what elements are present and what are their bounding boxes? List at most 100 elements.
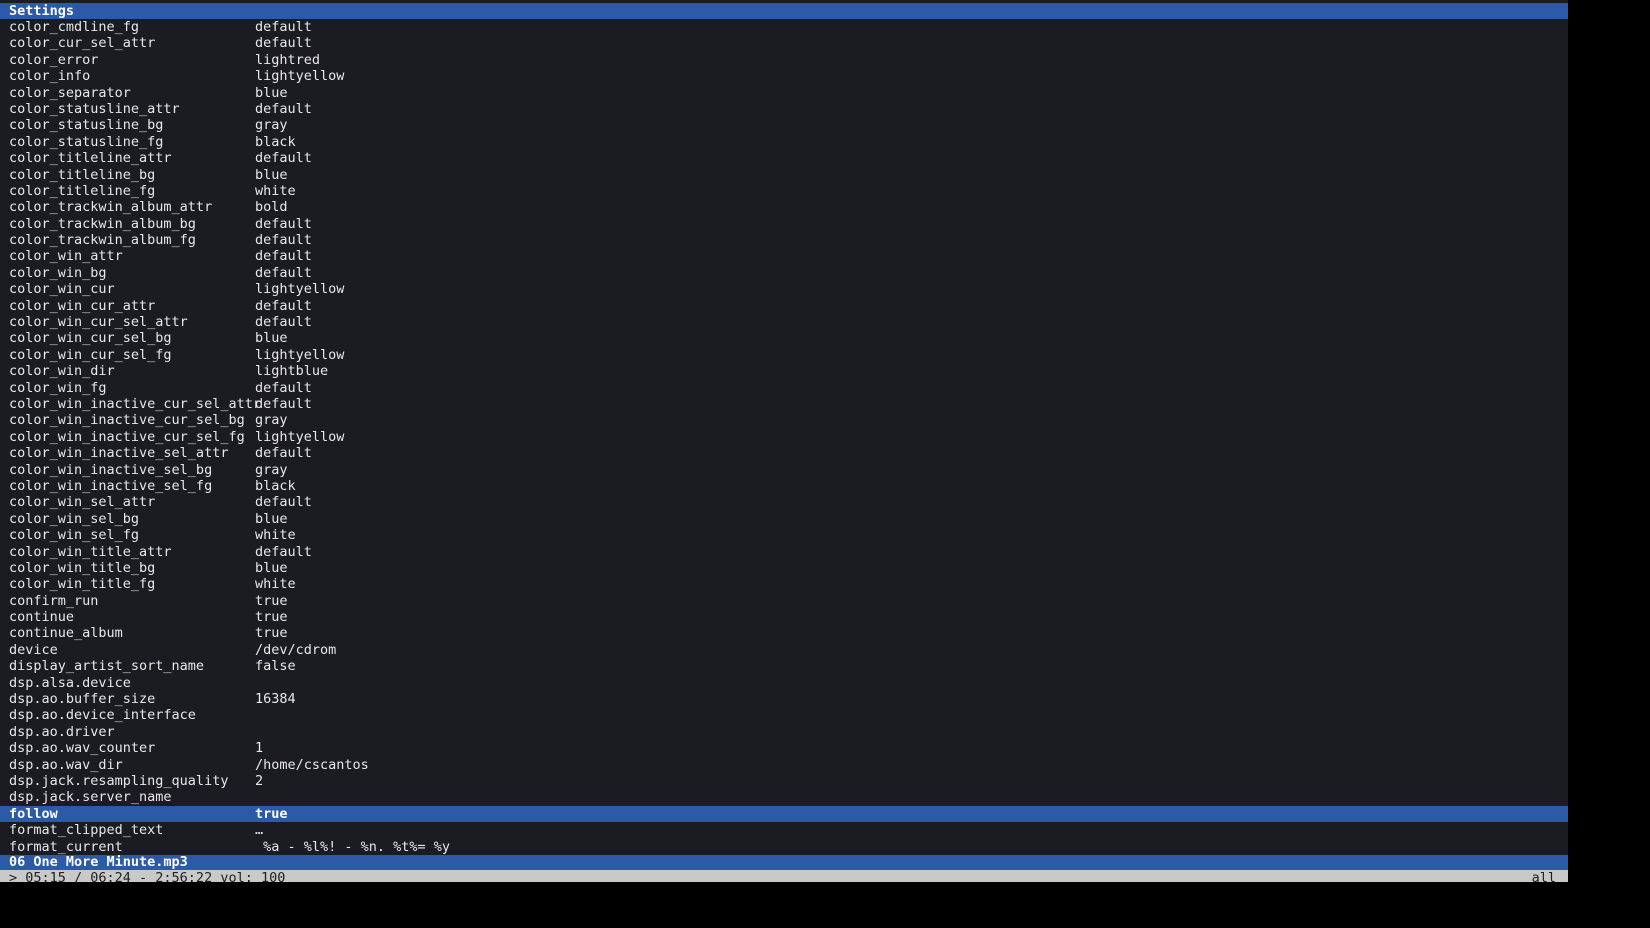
setting-row[interactable]: color_win_cur_sel_bg blue [0, 330, 1568, 346]
setting-key: color_win_cur_sel_attr [9, 314, 188, 331]
setting-key: format_clipped_text [9, 822, 164, 839]
setting-row[interactable]: color_cur_sel_attr default [0, 35, 1568, 51]
setting-row[interactable]: display_artist_sort_name false [0, 658, 1568, 674]
setting-row[interactable]: continue_album true [0, 625, 1568, 641]
setting-key: color_error [9, 51, 99, 68]
setting-value: true [255, 592, 288, 609]
setting-key: color_win_inactive_cur_sel_attr [9, 395, 261, 412]
setting-key: dsp.ao.buffer_size [9, 691, 156, 708]
setting-key: color_statusline_attr [9, 100, 180, 117]
setting-row[interactable]: dsp.ao.driver [0, 724, 1568, 740]
setting-value: /home/cscantos [255, 756, 369, 773]
setting-row[interactable]: color_win_bg default [0, 265, 1568, 281]
setting-value: black [255, 477, 296, 494]
setting-row[interactable]: continue true [0, 609, 1568, 625]
setting-row[interactable]: color_win_title_fg white [0, 576, 1568, 592]
setting-value: gray [255, 117, 288, 134]
setting-row[interactable]: color_win_sel_bg blue [0, 511, 1568, 527]
setting-row[interactable]: color_trackwin_album_fg default [0, 232, 1568, 248]
setting-row[interactable]: color_win_attr default [0, 248, 1568, 264]
setting-row[interactable]: color_win_inactive_sel_fg black [0, 478, 1568, 494]
setting-row[interactable]: color_win_sel_fg white [0, 527, 1568, 543]
setting-key: color_win_cur_attr [9, 297, 156, 314]
setting-value: default [255, 248, 312, 265]
setting-key: color_statusline_fg [9, 133, 164, 150]
setting-row[interactable]: color_win_inactive_cur_sel_fg lightyellow [0, 429, 1568, 445]
setting-value: lightyellow [255, 281, 345, 298]
setting-value: lightyellow [255, 346, 345, 363]
setting-row[interactable]: color_win_inactive_sel_attr default [0, 445, 1568, 461]
setting-row[interactable]: color_win_cur lightyellow [0, 281, 1568, 297]
setting-value: … [255, 822, 264, 839]
setting-value: default [255, 215, 312, 232]
setting-key: color_win_sel_fg [9, 527, 140, 544]
setting-key: color_trackwin_album_bg [9, 215, 196, 232]
setting-row[interactable]: confirm_run true [0, 593, 1568, 609]
setting-value: bold [255, 199, 288, 216]
setting-key: color_titleline_attr [9, 150, 172, 167]
setting-row[interactable]: device/dev/cdrom [0, 642, 1568, 658]
setting-row[interactable]: color_win_cur_sel_fg lightyellow [0, 347, 1568, 363]
setting-row[interactable]: color_win_dir lightblue [0, 363, 1568, 379]
setting-row[interactable]: color_titleline_attr default [0, 150, 1568, 166]
setting-key: format_current [9, 838, 123, 855]
setting-key: color_trackwin_album_fg [9, 232, 196, 249]
setting-row[interactable]: dsp.ao.wav_counter 1 [0, 740, 1568, 756]
setting-row[interactable]: color_separator blue [0, 85, 1568, 101]
setting-key: color_win_title_attr [9, 543, 172, 560]
setting-key: color_separator [9, 84, 131, 101]
setting-key: follow [9, 805, 58, 822]
setting-row[interactable]: dsp.ao.device_interface [0, 707, 1568, 723]
setting-key: color_titleline_fg [9, 182, 156, 199]
setting-row[interactable]: color_win_fg default [0, 380, 1568, 396]
setting-row[interactable]: color_statusline_bg gray [0, 117, 1568, 133]
settings-list[interactable]: color_cmdline_fg default color_cur_sel_att… [0, 19, 1568, 855]
setting-value: 1 [255, 740, 264, 757]
title-bar: Settings [0, 3, 1568, 19]
setting-row[interactable]: color_titleline_bg blue [0, 167, 1568, 183]
setting-value: default [255, 445, 312, 462]
setting-row[interactable]: color_win_cur_sel_attr default [0, 314, 1568, 330]
playback-status: > 05:15 / 06:24 - 2:56:22 vol: 100 [9, 870, 286, 882]
setting-row[interactable]: color_win_cur_attr default [0, 298, 1568, 314]
setting-key: color_win_fg [9, 379, 107, 396]
setting-value: white [255, 576, 296, 593]
setting-row[interactable]: color_error lightred [0, 52, 1568, 68]
setting-row[interactable]: dsp.ao.buffer_size 16384 [0, 691, 1568, 707]
setting-key: color_win_inactive_cur_sel_bg [9, 412, 245, 429]
setting-value: default [255, 314, 312, 331]
setting-row[interactable]: color_win_inactive_sel_bg gray [0, 462, 1568, 478]
setting-key: color_win_cur_sel_bg [9, 330, 172, 347]
player-status-line: > 05:15 / 06:24 - 2:56:22 vol: 100 all [0, 870, 1568, 882]
setting-row[interactable]: dsp.ao.wav_dir/home/cscantos [0, 757, 1568, 773]
filter-mode: all [1531, 870, 1556, 882]
setting-value: default [255, 395, 312, 412]
setting-row[interactable]: color_win_inactive_cur_sel_bg gray [0, 412, 1568, 428]
setting-key: dsp.ao.device_interface [9, 707, 196, 724]
setting-row[interactable]: format_clipped_text … [0, 822, 1568, 838]
setting-row[interactable]: dsp.jack.resampling_quality 2 [0, 773, 1568, 789]
setting-row[interactable]: color_win_sel_attr default [0, 494, 1568, 510]
setting-key: color_win_cur [9, 281, 115, 298]
setting-row[interactable]: color_statusline_attr default [0, 101, 1568, 117]
setting-value: %a - %l%! - %n. %t%= %y [255, 838, 451, 855]
setting-row[interactable]: color_info lightyellow [0, 68, 1568, 84]
setting-value: true [255, 625, 288, 642]
setting-row[interactable]: color_trackwin_album_bg default [0, 216, 1568, 232]
setting-row[interactable]: color_win_title_bg blue [0, 560, 1568, 576]
setting-row[interactable]: color_cmdline_fg default [0, 19, 1568, 35]
setting-row[interactable]: color_win_inactive_cur_sel_attr default [0, 396, 1568, 412]
setting-row[interactable]: color_statusline_fg black [0, 134, 1568, 150]
setting-row-selected[interactable]: follow true [0, 805, 1568, 823]
setting-key: color_win_attr [9, 248, 123, 265]
setting-value: lightyellow [255, 68, 345, 85]
setting-row[interactable]: format_current %a - %l%! - %n. %t%= %y [0, 839, 1568, 855]
setting-row[interactable]: color_win_title_attr default [0, 544, 1568, 560]
setting-value: white [255, 182, 296, 199]
setting-key: color_win_dir [9, 363, 115, 380]
setting-key: color_win_sel_bg [9, 510, 140, 527]
setting-row[interactable]: dsp.alsa.device [0, 675, 1568, 691]
setting-row[interactable]: color_titleline_fg white [0, 183, 1568, 199]
setting-row[interactable]: color_trackwin_album_attr bold [0, 199, 1568, 215]
setting-row[interactable]: dsp.jack.server_name [0, 789, 1568, 805]
